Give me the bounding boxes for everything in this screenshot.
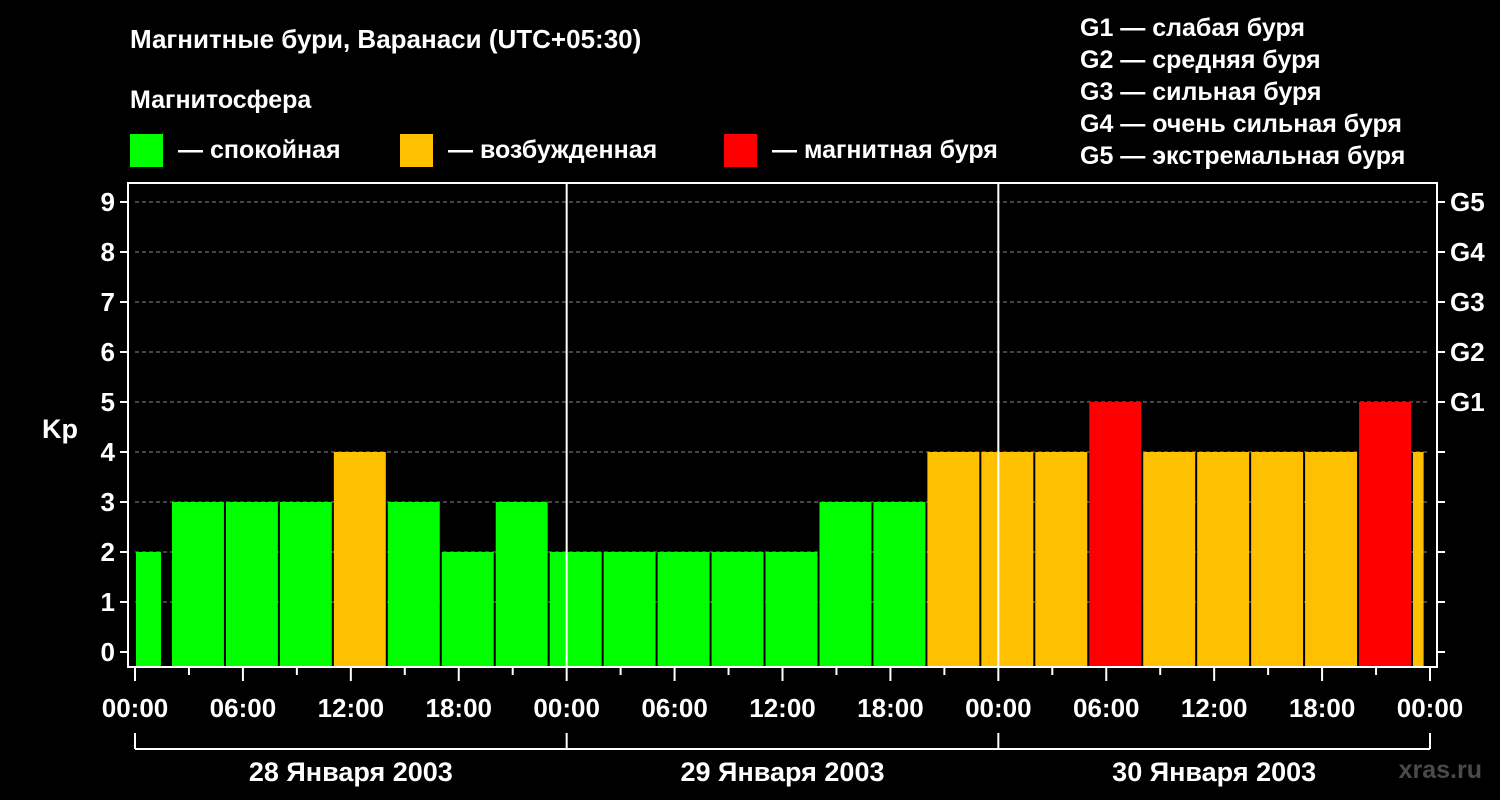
- x-tick-label: 18:00: [1289, 693, 1356, 723]
- kp-bar: [603, 552, 656, 667]
- x-tick-label: 12:00: [318, 693, 385, 723]
- watermark: xras.ru: [1398, 756, 1482, 784]
- x-tick-label: 00:00: [102, 693, 169, 723]
- y-tick-label: 8: [101, 237, 115, 267]
- y-tick-label: 5: [101, 387, 115, 417]
- kp-bar: [387, 502, 440, 667]
- g-level-label: G5: [1450, 187, 1485, 217]
- g-level-label: G1: [1450, 387, 1485, 417]
- y-tick-label: 4: [101, 437, 116, 467]
- x-tick-label: 12:00: [749, 693, 816, 723]
- kp-bar: [136, 552, 161, 667]
- g-level-label: G3: [1450, 287, 1485, 317]
- x-tick-label: 12:00: [1181, 693, 1248, 723]
- g-level-label: G2: [1450, 337, 1485, 367]
- kp-bar: [333, 452, 386, 667]
- kp-bar: [1413, 452, 1424, 667]
- x-tick-label: 06:00: [210, 693, 277, 723]
- kp-bar: [1359, 402, 1412, 667]
- kp-bar: [1143, 452, 1196, 667]
- kp-bar: [927, 452, 980, 667]
- kp-bar-chart: 0 1 2 3 4 5 6 7 8 9 G1 G2 G3 G4 G5 Kp 00:00 06:00 12:00 18:…: [42, 182, 1485, 787]
- kp-bar: [1305, 452, 1358, 667]
- y-axis-label: Kp: [42, 414, 78, 444]
- x-tick-label: 00:00: [1397, 693, 1464, 723]
- kp-bar: [657, 552, 710, 667]
- kp-bar: [1035, 452, 1088, 667]
- kp-bar: [171, 502, 224, 667]
- y-tick-label: 0: [101, 637, 115, 667]
- y-tick-label: 6: [101, 337, 115, 367]
- y-tick-label: 7: [101, 287, 115, 317]
- y-tick-label: 2: [101, 537, 115, 567]
- day-label: 28 Января 2003: [249, 757, 453, 787]
- kp-bar: [711, 552, 764, 667]
- x-tick-label: 06:00: [641, 693, 708, 723]
- kp-bar: [1197, 452, 1250, 667]
- kp-bar: [981, 452, 1034, 667]
- kp-bar: [873, 502, 926, 667]
- kp-bar: [279, 502, 332, 667]
- kp-bar: [1251, 452, 1304, 667]
- kp-bar: [549, 552, 602, 667]
- x-tick-label: 18:00: [857, 693, 924, 723]
- kp-bar: [819, 502, 872, 667]
- kp-bar: [765, 552, 818, 667]
- x-tick-label: 00:00: [533, 693, 600, 723]
- x-tick-label: 00:00: [965, 693, 1032, 723]
- kp-bar: [225, 502, 278, 667]
- x-tick-label: 06:00: [1073, 693, 1140, 723]
- kp-bar: [1089, 402, 1142, 667]
- g-level-label: G4: [1450, 237, 1485, 267]
- kp-bar: [441, 552, 494, 667]
- kp-bar: [495, 502, 548, 667]
- y-tick-label: 9: [101, 187, 115, 217]
- x-tick-label: 18:00: [426, 693, 493, 723]
- day-label: 29 Января 2003: [681, 757, 885, 787]
- y-tick-label: 3: [101, 487, 115, 517]
- day-label: 30 Января 2003: [1112, 757, 1316, 787]
- y-tick-label: 1: [101, 587, 115, 617]
